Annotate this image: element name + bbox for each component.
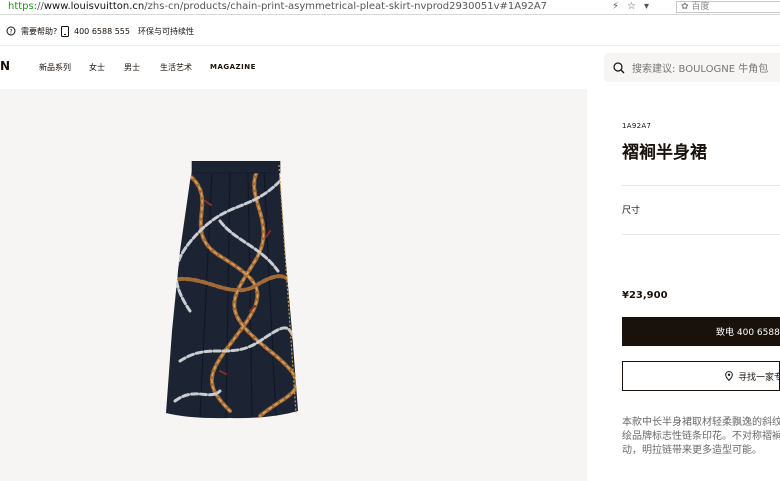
svg-text:?: ? [9, 29, 12, 36]
lightning-icon[interactable]: ⚡ [612, 0, 619, 14]
phone-label: 400 6588 555 [74, 26, 130, 36]
url-separator: :// [33, 1, 44, 12]
search-icon [613, 61, 625, 73]
search-engine-label: 百度 [691, 2, 710, 12]
url-path: /zhs-cn/products/chain-print-asymmetrica… [144, 1, 548, 12]
url-domain: www.louisvuitton.cn [43, 1, 145, 12]
phone-icon [61, 25, 69, 37]
browser-toolbar: https://www.louisvuitton.cn/zhs-cn/produ… [0, 0, 780, 15]
phone-link[interactable]: 400 6588 555 [61, 16, 130, 46]
site-search-input[interactable]: 搜索建议: BOULOGNE 牛角包 [604, 53, 780, 82]
call-button-label: 致电 400 6588 5 [716, 328, 780, 338]
divider [622, 234, 780, 235]
address-bar[interactable]: https://www.louisvuitton.cn/zhs-cn/produ… [8, 0, 547, 14]
nav-item-women[interactable]: 女士 [89, 62, 105, 73]
address-bar-actions: ⚡ ☆ ▾ [612, 0, 649, 14]
browser-search-box[interactable]: ✿ 百度 [676, 1, 780, 13]
size-selector[interactable]: 尺寸 [622, 203, 640, 216]
description-line: 本款中长半身裙取材轻柔飘逸的斜纹 [622, 417, 780, 428]
sustainability-label: 环保与可持续性 [138, 26, 194, 36]
find-store-button[interactable]: 寻找一家专 [622, 361, 780, 391]
nav-item-art-of-living[interactable]: 生活艺术 [160, 62, 192, 73]
url-scheme: https [8, 1, 34, 12]
star-icon[interactable]: ☆ [627, 0, 636, 14]
paw-icon: ✿ [681, 2, 689, 12]
product-image-skirt [166, 161, 298, 419]
help-icon: ? [6, 26, 16, 36]
nav-item-new[interactable]: 新品系列 [39, 62, 71, 73]
description-line: 动，明拉链带来更多造型可能。 [622, 445, 762, 456]
logo[interactable]: N [0, 59, 11, 73]
nav-item-men[interactable]: 男士 [124, 62, 140, 73]
sustainability-link[interactable]: 环保与可持续性 [138, 16, 194, 46]
product-description: 本款中长半身裙取材轻柔飘逸的斜纹 绘品牌标志性链条印花。不对称褶裥 动，明拉链带… [622, 416, 780, 460]
product-price: ¥23,900 [622, 290, 668, 301]
utility-bar: ? 需要帮助? 400 6588 555 环保与可持续性 [0, 16, 780, 46]
description-line: 绘品牌标志性链条印花。不对称褶裥 [622, 431, 780, 442]
divider [622, 185, 780, 186]
search-placeholder: 搜索建议: BOULOGNE 牛角包 [632, 64, 769, 75]
main-navigation: N 新品系列 女士 男士 生活艺术 MAGAZINE 搜索建议: BOULOGN… [0, 47, 780, 89]
nav-item-magazine[interactable]: MAGAZINE [210, 63, 256, 71]
find-store-label: 寻找一家专 [738, 372, 780, 383]
location-pin-icon [725, 371, 733, 381]
product-info-panel: 1A92A7 褶裥半身裙 尺寸 ¥23,900 致电 400 6588 5 寻找… [587, 89, 780, 481]
call-button[interactable]: 致电 400 6588 5 [622, 317, 780, 346]
product-sku: 1A92A7 [622, 122, 652, 130]
help-label: 需要帮助? [21, 26, 58, 36]
help-link[interactable]: ? 需要帮助? [6, 16, 57, 46]
product-title: 褶裥半身裙 [622, 143, 707, 163]
product-image-panel[interactable] [0, 89, 587, 481]
dropdown-arrow-icon[interactable]: ▾ [644, 0, 649, 14]
